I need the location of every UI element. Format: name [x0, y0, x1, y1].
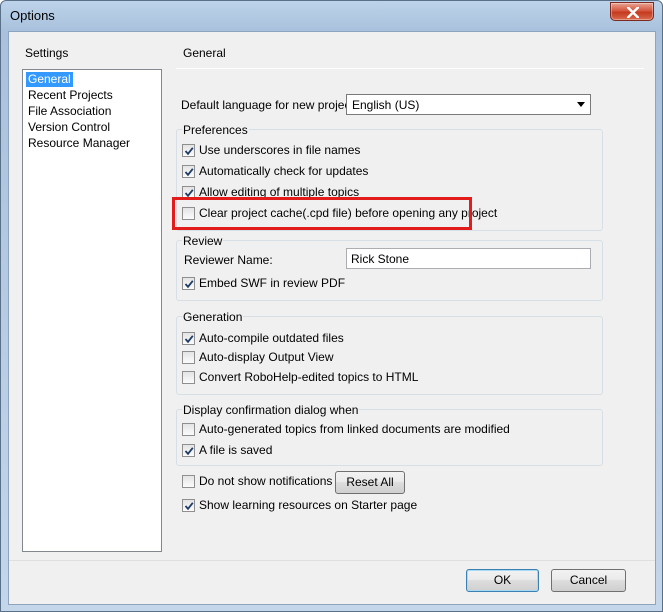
gen-output-view-label: Auto-display Output View	[199, 350, 334, 364]
sidebar-item-general[interactable]: General	[26, 72, 73, 87]
checkmark-icon	[184, 168, 194, 177]
notifications-checkbox[interactable]	[182, 475, 195, 488]
pref-underscores-label: Use underscores in file names	[199, 143, 361, 157]
gen-output-view-checkbox[interactable]	[182, 351, 195, 364]
confirm-file-saved-label: A file is saved	[199, 443, 273, 457]
settings-list[interactable]: General Recent Projects File Association…	[22, 69, 162, 552]
gen-auto-compile-checkbox[interactable]	[182, 332, 195, 345]
confirm-file-saved-checkbox[interactable]	[182, 444, 195, 457]
reviewer-name-label: Reviewer Name:	[184, 253, 273, 267]
language-value: English (US)	[352, 98, 420, 112]
settings-label: Settings	[25, 46, 69, 60]
panel-title: General	[183, 46, 226, 60]
reviewer-name-input[interactable]: Rick Stone	[346, 248, 591, 269]
sidebar-item-resource-manager[interactable]: Resource Manager	[26, 136, 132, 151]
gen-convert-html-label: Convert RoboHelp-edited topics to HTML	[199, 370, 419, 384]
learning-resources-checkbox[interactable]	[182, 499, 195, 512]
gen-convert-html-checkbox[interactable]	[182, 371, 195, 384]
reviewer-name-value: Rick Stone	[351, 252, 410, 266]
review-label: Review	[182, 234, 224, 248]
confirmation-group	[176, 409, 603, 466]
cancel-button[interactable]: Cancel	[551, 569, 626, 592]
embed-swf-checkbox[interactable]	[182, 277, 195, 290]
title-bar[interactable]: Options	[1, 1, 662, 31]
close-button[interactable]	[610, 2, 654, 21]
confirmation-label: Display confirmation dialog when	[182, 403, 360, 417]
chevron-down-icon	[577, 102, 585, 107]
sidebar-item-version-control[interactable]: Version Control	[26, 120, 112, 135]
language-dropdown[interactable]: English (US)	[346, 94, 591, 115]
language-label: Default language for new projects:	[181, 98, 364, 112]
confirm-linked-docs-label: Auto-generated topics from linked docume…	[199, 422, 510, 436]
options-window: Options Settings General Recent Projects…	[0, 0, 663, 612]
checkmark-icon	[184, 447, 194, 456]
confirm-linked-docs-checkbox[interactable]	[182, 423, 195, 436]
learning-resources-label: Show learning resources on Starter page	[199, 498, 418, 512]
gen-auto-compile-label: Auto-compile outdated files	[199, 331, 344, 345]
checkmark-icon	[184, 147, 194, 156]
reset-all-button[interactable]: Reset All	[335, 471, 405, 494]
checkmark-icon	[184, 335, 194, 344]
close-icon	[627, 7, 639, 18]
notifications-label: Do not show notifications	[199, 474, 333, 488]
pref-underscores-checkbox[interactable]	[182, 144, 195, 157]
embed-swf-label: Embed SWF in review PDF	[199, 276, 346, 290]
footer-divider	[9, 560, 655, 561]
sidebar-item-file-association[interactable]: File Association	[26, 104, 113, 119]
panel-divider	[176, 68, 644, 69]
window-title: Options	[10, 8, 55, 23]
ok-button[interactable]: OK	[466, 569, 539, 592]
checkmark-icon	[184, 280, 194, 289]
sidebar-item-recent-projects[interactable]: Recent Projects	[26, 88, 115, 103]
pref-updates-checkbox[interactable]	[182, 165, 195, 178]
pref-updates-label: Automatically check for updates	[199, 164, 369, 178]
highlight-box	[172, 197, 472, 230]
preferences-label: Preferences	[182, 123, 249, 137]
generation-label: Generation	[182, 310, 244, 324]
checkmark-icon	[184, 502, 194, 511]
dialog-client: Settings General Recent Projects File As…	[8, 31, 656, 605]
